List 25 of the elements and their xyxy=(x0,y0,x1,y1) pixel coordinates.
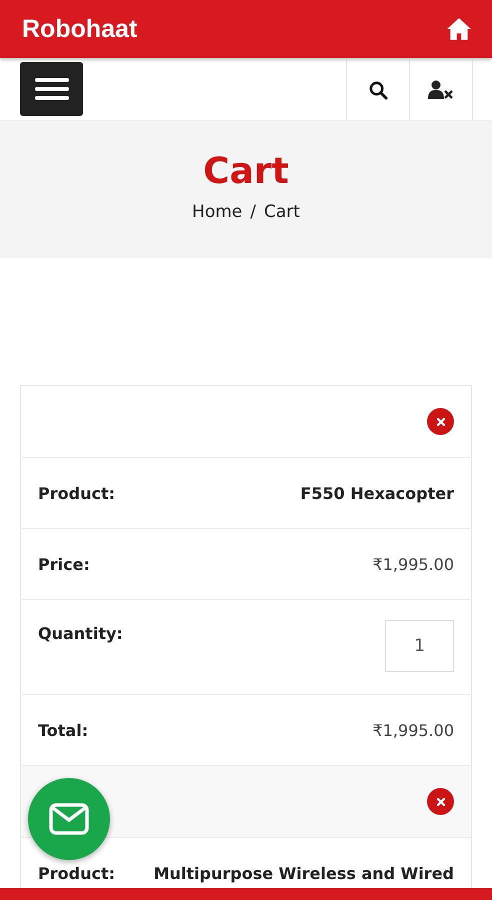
product-name[interactable]: F550 Hexacopter xyxy=(300,484,454,502)
user-remove-icon xyxy=(428,80,454,100)
close-icon xyxy=(436,796,446,806)
quantity-field[interactable]: 1 xyxy=(385,620,454,672)
price-value: ₹1,995.00 xyxy=(372,720,454,740)
mail-icon xyxy=(49,803,89,835)
remove-button[interactable] xyxy=(427,408,454,435)
remove-button[interactable] xyxy=(427,788,454,815)
close-icon xyxy=(436,416,446,426)
field-label: Product: xyxy=(38,484,115,502)
app-title: Robohaat xyxy=(22,14,138,44)
price-value: ₹1,995.00 xyxy=(372,554,454,574)
field-label: Total: xyxy=(38,720,88,740)
field-label: Product: xyxy=(38,864,115,882)
breadcrumb-separator: / xyxy=(250,202,256,222)
field-label: Price: xyxy=(38,554,90,574)
field-label: Quantity: xyxy=(38,624,123,643)
menu-icon xyxy=(34,77,70,101)
menu-button[interactable] xyxy=(20,62,83,116)
breadcrumb-link[interactable]: Home xyxy=(192,202,242,222)
page-title: Cart xyxy=(203,151,289,192)
breadcrumb-link[interactable]: Cart xyxy=(264,202,300,222)
product-name[interactable]: Multipurpose Wireless and Wired xyxy=(154,864,454,882)
home-icon[interactable] xyxy=(446,17,472,41)
search-icon xyxy=(368,80,388,100)
